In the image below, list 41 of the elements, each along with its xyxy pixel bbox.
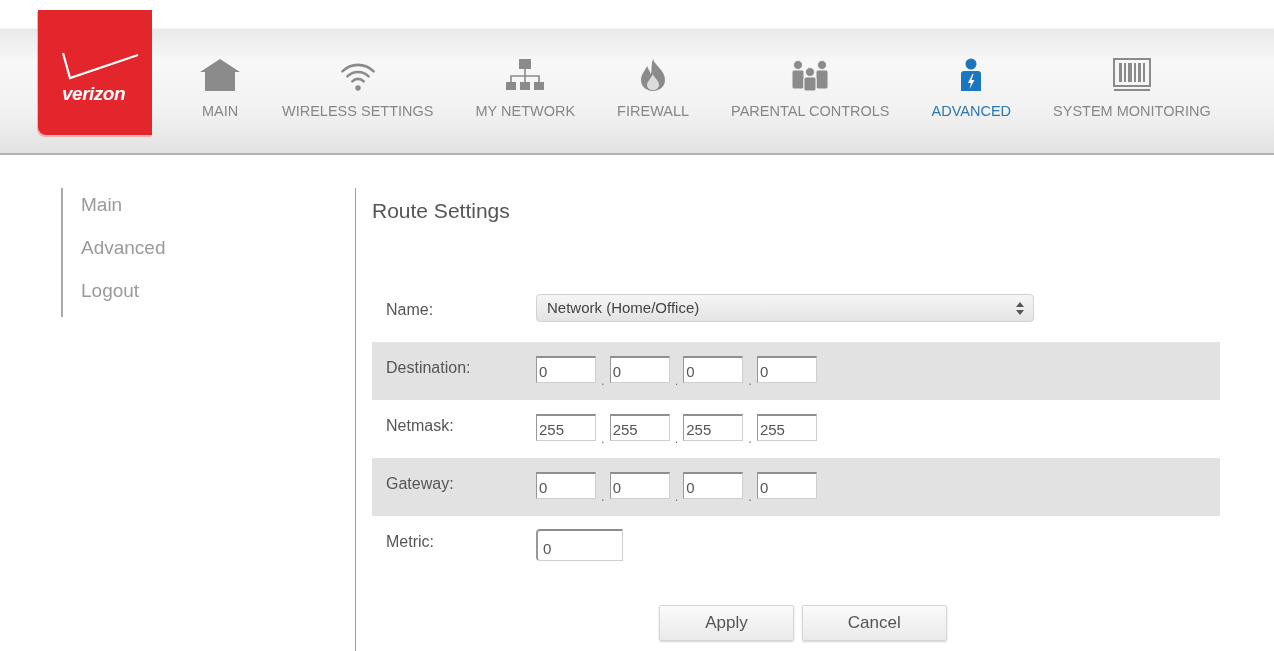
octet-separator: . bbox=[674, 492, 679, 501]
octet-separator: . bbox=[674, 376, 679, 385]
vertical-bars-icon bbox=[1111, 58, 1152, 92]
people-icon bbox=[790, 58, 831, 92]
octet-separator: . bbox=[601, 376, 605, 385]
checkmark-icon bbox=[62, 52, 140, 80]
octet-separator: . bbox=[601, 492, 605, 501]
octet-separator: . bbox=[601, 434, 605, 443]
name-select[interactable]: Network (Home/Office) bbox=[536, 294, 1034, 322]
ip-octet-field[interactable]: 255 bbox=[536, 414, 596, 441]
field-label: Name: bbox=[386, 300, 434, 320]
field-label: Gateway: bbox=[386, 474, 454, 494]
ip-octet-field[interactable]: 255 bbox=[756, 414, 817, 441]
flame-icon bbox=[639, 58, 668, 92]
logo-text: verizon bbox=[62, 84, 126, 104]
ip-octet-field[interactable]: 0 bbox=[609, 356, 670, 383]
octet-separator: . bbox=[748, 376, 752, 385]
ip-octet-field[interactable]: 255 bbox=[683, 414, 744, 441]
ip-octet-field[interactable]: 255 bbox=[609, 414, 670, 441]
field-label: Netmask: bbox=[386, 416, 454, 436]
cancel-button[interactable]: Cancel bbox=[801, 605, 947, 641]
house-icon bbox=[200, 58, 240, 92]
ip-octet-field[interactable]: 0 bbox=[536, 472, 596, 499]
ip-octet-field[interactable]: 0 bbox=[683, 472, 744, 499]
octet-separator: . bbox=[748, 434, 752, 443]
field-label: Metric: bbox=[386, 532, 434, 552]
nav-tab[interactable]: ADVANCED bbox=[931, 58, 1012, 120]
person-bolt-icon bbox=[959, 58, 984, 92]
field-label: Destination: bbox=[386, 358, 471, 378]
ip-octet-field[interactable]: 0 bbox=[756, 356, 817, 383]
ip-octet-field[interactable]: 0 bbox=[609, 472, 670, 499]
octet-separator: . bbox=[674, 434, 679, 443]
octet-separator: . bbox=[748, 492, 752, 501]
apply-button[interactable]: Apply bbox=[659, 605, 794, 641]
metric-field[interactable]: 0 bbox=[536, 529, 623, 561]
ip-octet-field[interactable]: 0 bbox=[756, 472, 817, 499]
ip-octet-field[interactable]: 0 bbox=[683, 356, 744, 383]
select-arrows-icon bbox=[1016, 301, 1024, 315]
network-icon bbox=[505, 58, 546, 92]
ip-octet-field[interactable]: 0 bbox=[536, 356, 596, 383]
page-title: Route Settings bbox=[372, 198, 510, 224]
